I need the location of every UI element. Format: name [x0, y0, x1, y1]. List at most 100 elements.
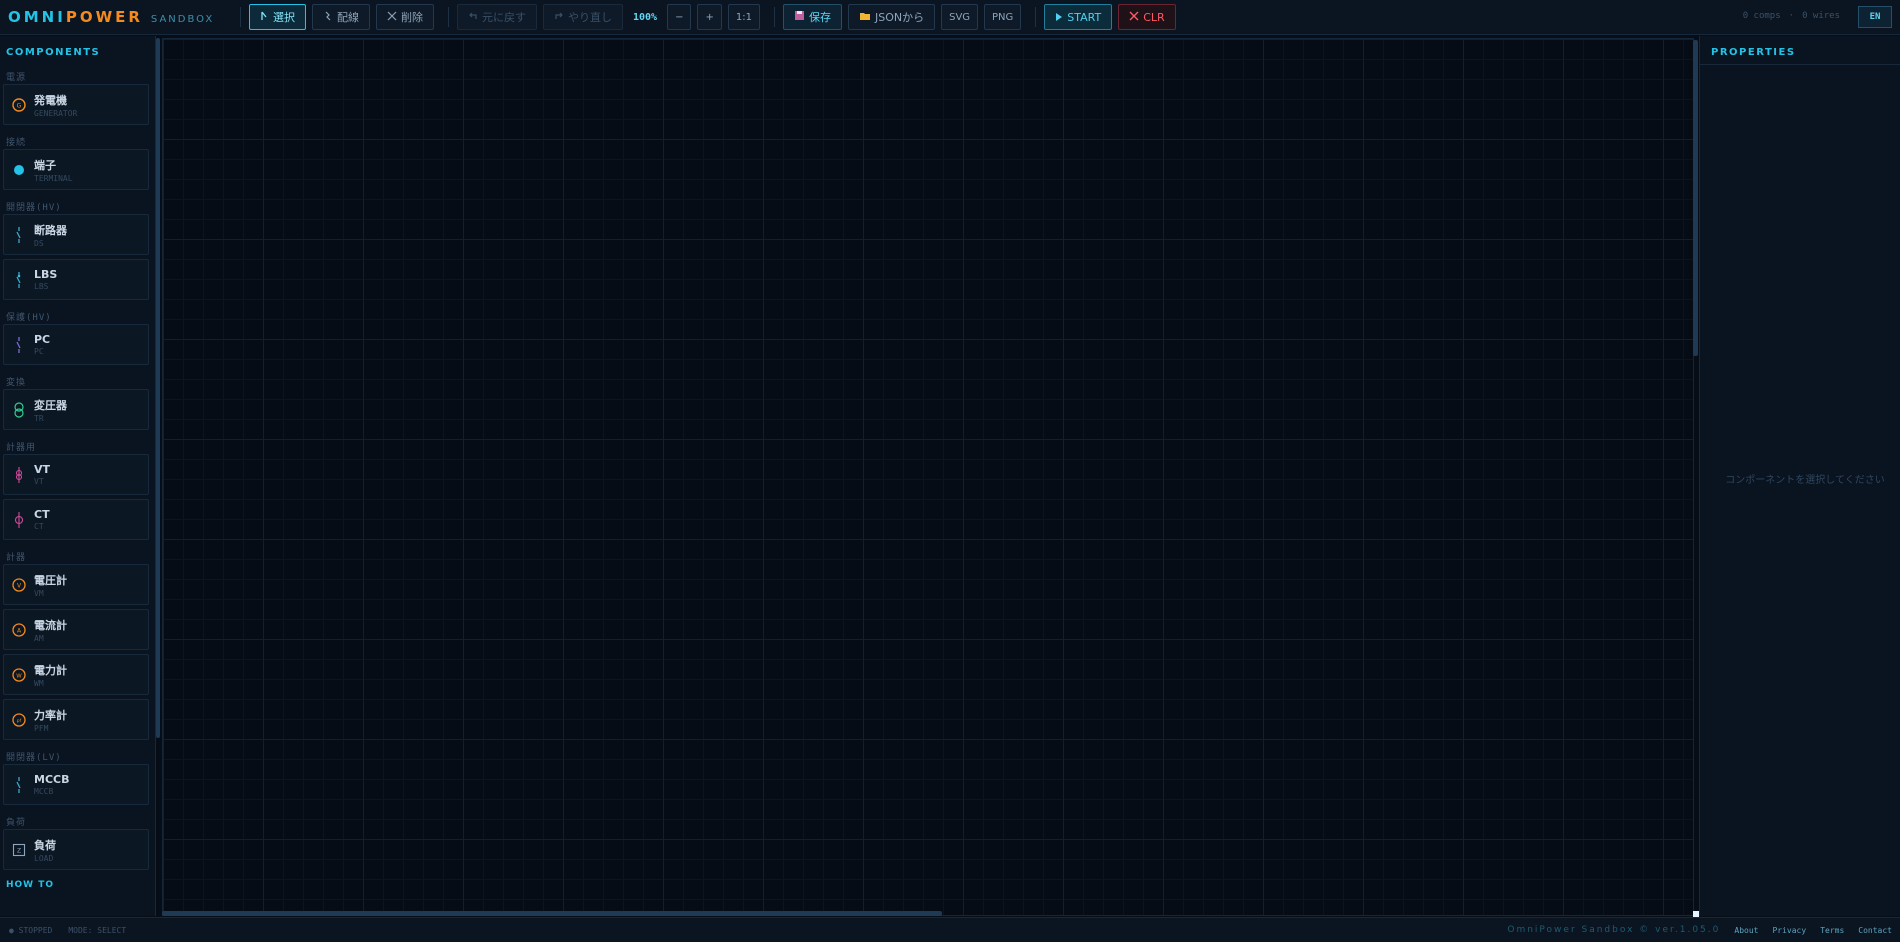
- delete-tool-button[interactable]: 削除: [376, 4, 434, 30]
- save-button[interactable]: 保存: [782, 4, 842, 30]
- clear-button[interactable]: CLR: [1118, 4, 1176, 30]
- divider: [240, 7, 241, 27]
- zoom-reset-button[interactable]: 1:1: [727, 4, 760, 30]
- current-transformer-icon: [4, 511, 34, 529]
- start-label: START: [1067, 10, 1102, 24]
- canvas-horizontal-scrollbar[interactable]: [162, 911, 942, 916]
- wire-tool-button[interactable]: 配線: [312, 4, 370, 30]
- zoom-out-button[interactable]: −: [667, 4, 692, 30]
- brand-name-omni: OMNI: [8, 8, 66, 26]
- component-code: AM: [34, 633, 44, 643]
- toolbar: OMNI POWER SANDBOX 選択 配線 削除 元に戻す やり直し 10…: [0, 0, 1900, 35]
- undo-label: 元に戻す: [482, 11, 526, 24]
- schematic-canvas[interactable]: [162, 38, 1694, 916]
- delete-tool-label: 削除: [401, 11, 423, 24]
- component-ammeter[interactable]: A 電流計 AM: [3, 609, 149, 650]
- component-generator[interactable]: G 発電機 GENERATOR: [3, 84, 149, 125]
- how-to-section-title[interactable]: HOW TO: [0, 874, 155, 896]
- divider: [773, 7, 775, 27]
- power-cutout-icon: [4, 336, 34, 354]
- component-voltmeter[interactable]: V 電圧計 VM: [3, 564, 149, 605]
- component-code: LOAD: [34, 853, 54, 863]
- select-tool-button[interactable]: 選択: [249, 4, 306, 30]
- component-load[interactable]: Z 負荷 LOAD: [3, 829, 149, 870]
- redo-label: やり直し: [568, 11, 612, 24]
- category-switch-hv: 開閉器(HV): [6, 203, 62, 213]
- component-code: VM: [34, 588, 44, 598]
- close-icon: [1129, 11, 1139, 24]
- status-bar: ● STOPPED MODE: SELECT OmniPower Sandbox…: [0, 917, 1900, 942]
- category-load: 負荷: [6, 818, 27, 828]
- simulation-status: ● STOPPED: [9, 925, 53, 935]
- component-code: PFM: [34, 723, 49, 733]
- component-ds[interactable]: 断路器 DS: [3, 214, 149, 255]
- load-json-label: JSONから: [874, 11, 925, 24]
- component-name: 変圧器: [34, 398, 67, 412]
- redo-button[interactable]: やり直し: [543, 4, 623, 30]
- component-vt[interactable]: VT VT: [3, 454, 149, 495]
- undo-button[interactable]: 元に戻す: [457, 4, 537, 30]
- component-code: DS: [34, 238, 44, 248]
- disconnector-icon: [4, 226, 34, 244]
- component-wattmeter[interactable]: W 電力計 WM: [3, 654, 149, 695]
- category-connection: 接続: [6, 138, 27, 148]
- component-count: 0 comps: [1742, 11, 1781, 21]
- category-transform: 変換: [6, 378, 27, 388]
- components-panel-title: COMPONENTS: [6, 47, 101, 58]
- component-name: LBS: [34, 268, 58, 281]
- start-simulation-button[interactable]: START: [1044, 4, 1113, 30]
- zoom-level: 100%: [633, 11, 658, 23]
- category-switch-lv: 開閉器(LV): [6, 753, 62, 763]
- privacy-link[interactable]: Privacy: [1772, 926, 1806, 935]
- component-code: MCCB: [34, 787, 54, 796]
- component-mccb[interactable]: MCCB MCCB: [3, 764, 149, 805]
- component-transformer[interactable]: 変圧器 TR: [3, 389, 149, 430]
- component-lbs[interactable]: LBS LBS: [3, 259, 149, 300]
- voltage-transformer-icon: [4, 466, 34, 484]
- properties-panel: PROPERTIES コンポーネントを選択してください: [1699, 36, 1900, 916]
- divider: [1035, 7, 1037, 27]
- components-panel-scrollbar[interactable]: [156, 38, 160, 738]
- language-toggle-button[interactable]: EN: [1858, 6, 1892, 28]
- component-name: PC: [34, 333, 51, 346]
- canvas-vertical-scrollbar[interactable]: [1693, 40, 1698, 356]
- cursor-icon: [260, 11, 269, 24]
- load-json-button[interactable]: JSONから: [847, 4, 936, 30]
- wattmeter-icon: W: [4, 667, 34, 683]
- component-code: GENERATOR: [34, 108, 78, 118]
- terms-link[interactable]: Terms: [1820, 926, 1844, 935]
- canvas-stats: 0 comps · 0 wires: [1743, 11, 1840, 21]
- component-terminal[interactable]: 端子 TERMINAL: [3, 149, 149, 190]
- component-code: VT: [34, 477, 44, 486]
- svg-text:V: V: [17, 582, 22, 589]
- breaker-icon: [4, 776, 34, 794]
- properties-empty-message: コンポーネントを選択してください: [1725, 475, 1885, 486]
- clear-label: CLR: [1143, 10, 1165, 24]
- component-pc[interactable]: PC PC: [3, 324, 149, 365]
- component-ct[interactable]: CT CT: [3, 499, 149, 540]
- ammeter-icon: A: [4, 622, 34, 638]
- component-name: 断路器: [34, 223, 67, 237]
- play-icon: [1055, 11, 1063, 24]
- component-code: WM: [34, 678, 44, 688]
- export-svg-button[interactable]: SVG: [941, 4, 979, 30]
- terminal-icon: [4, 162, 34, 178]
- component-name: 端子: [34, 158, 56, 172]
- zoom-in-button[interactable]: +: [697, 4, 722, 30]
- component-name: 負荷: [34, 838, 56, 852]
- generator-icon: G: [4, 97, 34, 113]
- export-png-button[interactable]: PNG: [984, 4, 1022, 30]
- component-name: CT: [34, 508, 50, 521]
- component-name: 発電機: [34, 93, 67, 107]
- divider: [448, 7, 449, 27]
- about-link[interactable]: About: [1734, 926, 1758, 935]
- svg-text:pf: pf: [17, 718, 22, 724]
- load-break-switch-icon: [4, 271, 34, 289]
- select-tool-label: 選択: [273, 11, 295, 24]
- floppy-icon: [794, 10, 805, 24]
- power-factor-meter-icon: pf: [4, 712, 34, 728]
- svg-text:W: W: [16, 673, 22, 679]
- svg-text:A: A: [17, 627, 22, 634]
- component-power-factor-meter[interactable]: pf 力率計 PFM: [3, 699, 149, 740]
- contact-link[interactable]: Contact: [1858, 926, 1892, 935]
